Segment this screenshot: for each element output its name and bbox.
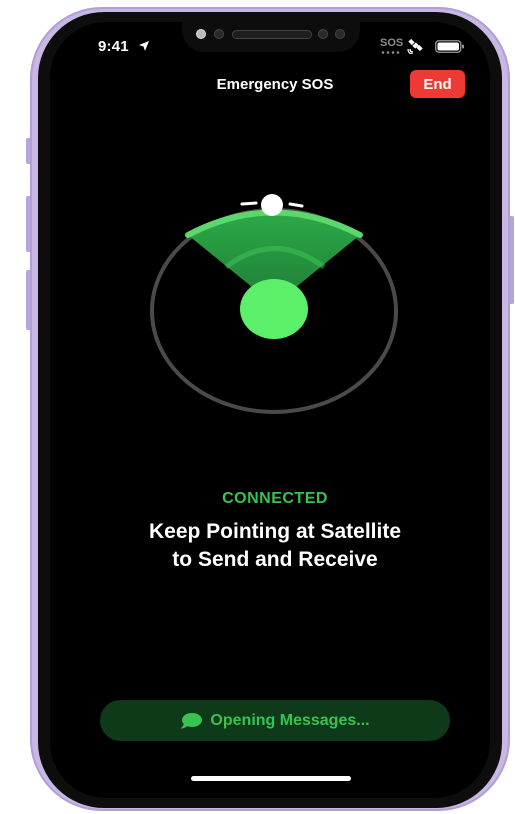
front-camera bbox=[318, 29, 328, 39]
signal-dots-icon bbox=[381, 51, 400, 54]
message-bubble-icon bbox=[180, 712, 203, 728]
sos-indicator: SOS bbox=[380, 37, 404, 49]
connection-status: CONNECTED bbox=[222, 490, 328, 507]
camera-sensor bbox=[335, 29, 345, 39]
opening-messages-button[interactable]: Opening Messages... bbox=[100, 700, 450, 741]
satellite-marker bbox=[261, 194, 283, 216]
status-time: 9:41 bbox=[98, 38, 129, 55]
home-indicator[interactable] bbox=[191, 776, 351, 781]
satellite-marker-dash-right bbox=[288, 202, 304, 208]
header-title: Emergency SOS bbox=[216, 76, 334, 93]
satellite-icon bbox=[407, 38, 423, 54]
satellite-radar bbox=[150, 194, 398, 414]
instruction-line-2: to Send and Receive bbox=[172, 548, 378, 571]
opening-messages-label: Opening Messages... bbox=[210, 711, 370, 729]
page: 9:41 SOS Emergency SOS End CONNECTED Kee… bbox=[0, 0, 515, 814]
instruction-line-1: Keep Pointing at Satellite bbox=[148, 520, 402, 543]
location-arrow-icon bbox=[139, 41, 149, 51]
user-position-dot bbox=[240, 279, 308, 339]
instruction-text: Keep Pointing at Satellite to Send and R… bbox=[90, 518, 460, 574]
front-sensor bbox=[196, 29, 206, 39]
end-button[interactable]: End bbox=[410, 70, 465, 98]
battery-icon bbox=[435, 40, 464, 53]
proximity-sensor bbox=[214, 29, 224, 39]
satellite-marker-dash-left bbox=[240, 201, 258, 206]
earpiece-speaker bbox=[232, 30, 312, 39]
